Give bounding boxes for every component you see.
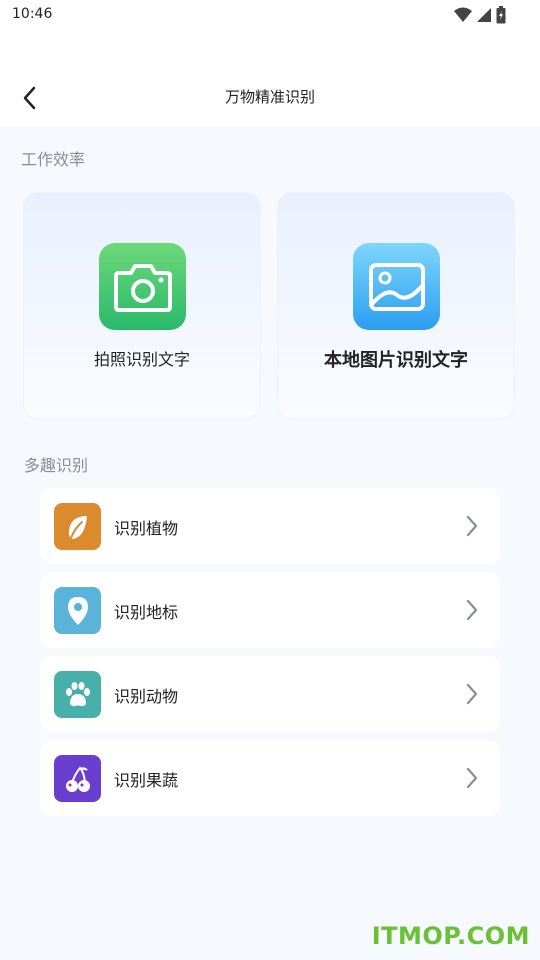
photo-ocr-card[interactable]: 拍照识别文字	[23, 192, 261, 420]
list-item-label: 识别动物	[114, 687, 179, 706]
signal-icon	[477, 8, 491, 22]
watermark: ITMOP.COM	[371, 922, 530, 950]
paw-icon	[54, 671, 101, 718]
app-header: 万物精准识别	[0, 70, 540, 126]
list-item-label: 识别地标	[114, 603, 179, 622]
list-item-landmark[interactable]: 识别地标	[40, 572, 500, 648]
wifi-icon	[454, 7, 472, 22]
section-title-work: 工作效率	[21, 150, 86, 169]
list-item-fruit-veg[interactable]: 识别果蔬	[40, 740, 500, 816]
chevron-right-icon	[458, 596, 486, 624]
page-title: 万物精准识别	[224, 88, 315, 106]
list-item-label: 识别植物	[114, 519, 179, 538]
camera-icon	[99, 243, 186, 330]
cherry-icon	[54, 755, 101, 802]
leaf-icon	[54, 503, 101, 550]
location-pin-icon	[54, 587, 101, 634]
status-icons	[454, 6, 506, 24]
status-time: 10:46	[12, 6, 53, 22]
battery-icon	[496, 6, 506, 24]
local-image-ocr-card[interactable]: 本地图片识别文字	[277, 192, 515, 420]
image-icon	[353, 243, 440, 330]
list-item-plant[interactable]: 识别植物	[40, 488, 500, 564]
list-item-animal[interactable]: 识别动物	[40, 656, 500, 732]
list-item-label: 识别果蔬	[114, 771, 179, 790]
section-title-fun: 多趣识别	[24, 456, 89, 475]
chevron-right-icon	[458, 680, 486, 708]
local-image-ocr-label: 本地图片识别文字	[324, 350, 468, 371]
chevron-right-icon	[458, 764, 486, 792]
photo-ocr-label: 拍照识别文字	[93, 350, 190, 369]
status-bar: 10:46	[0, 0, 540, 32]
chevron-right-icon	[458, 512, 486, 540]
